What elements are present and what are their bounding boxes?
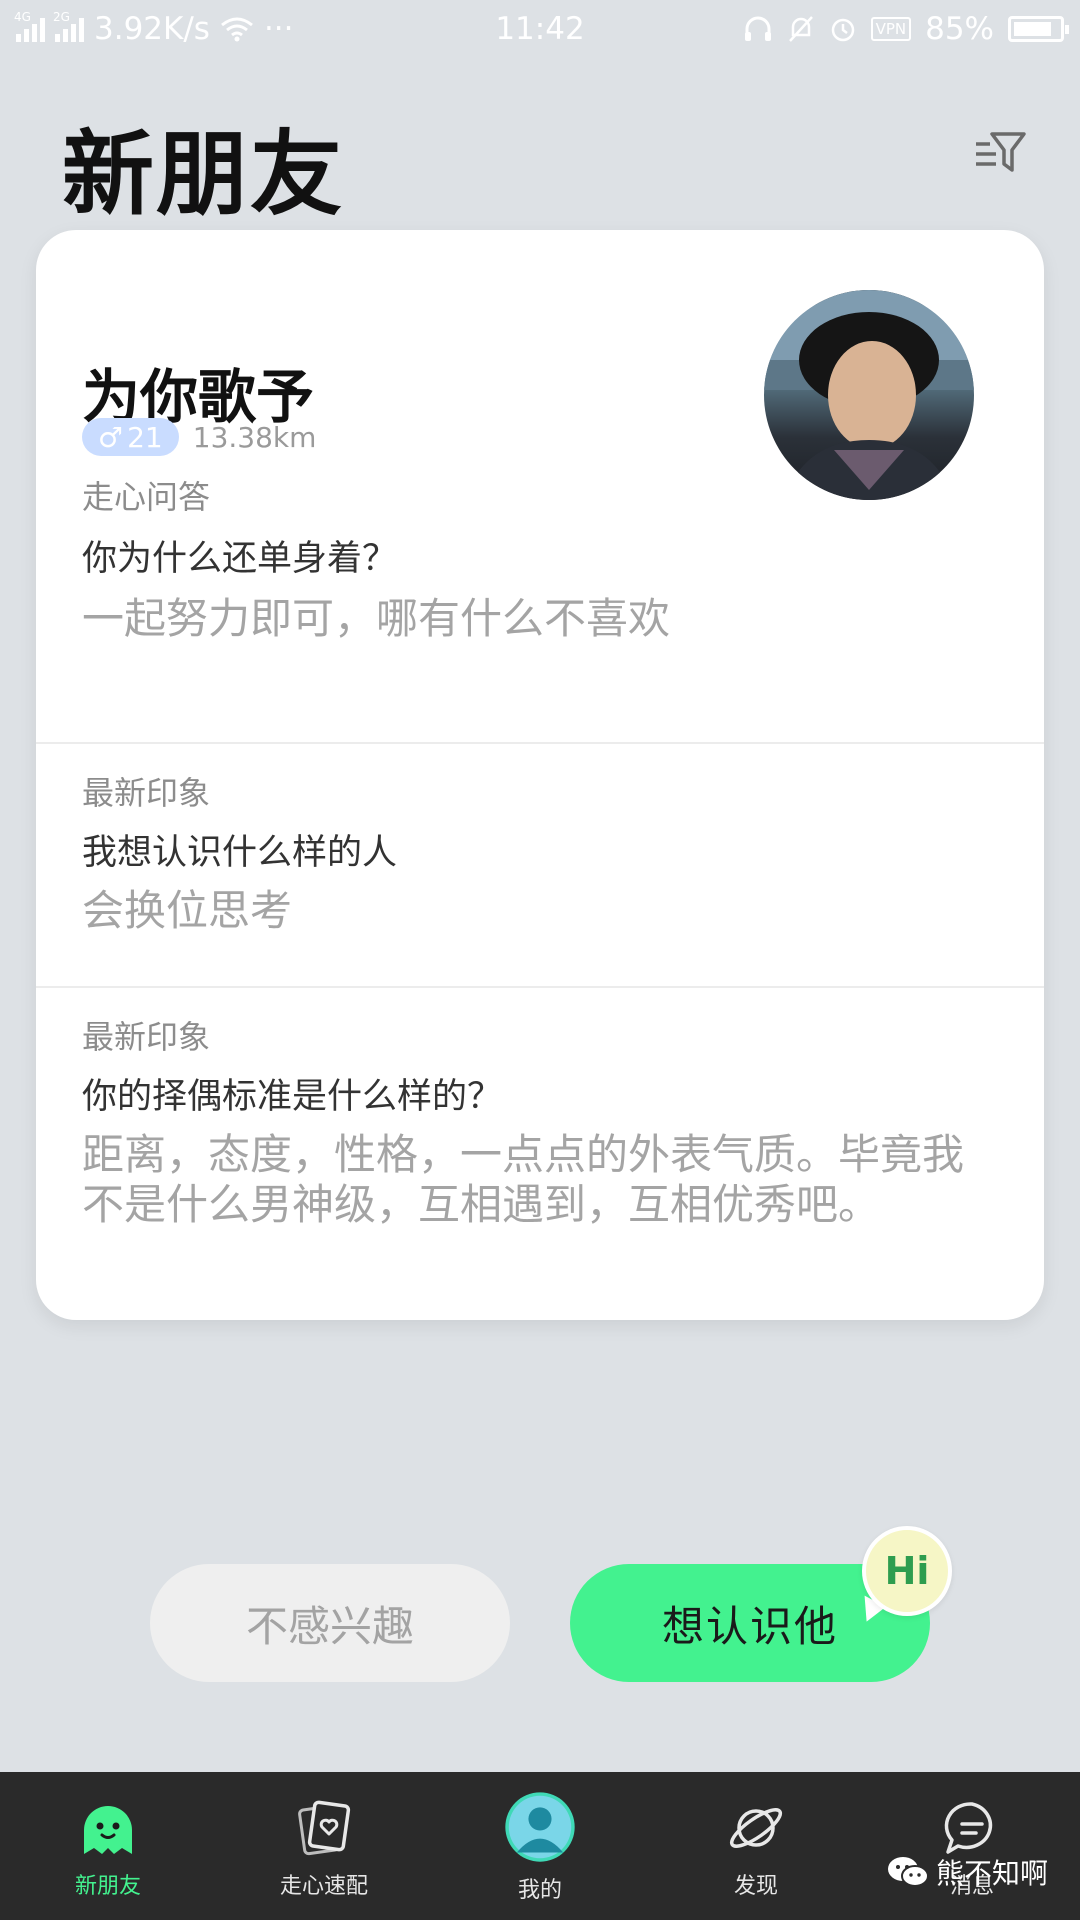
tab-label: 我的 [517,1878,562,1903]
gender-age-badge: ♂ 21 [82,418,179,456]
section-answer: 距离，态度，性格，一点点的外表气质。毕竟我不是什么男神级，互相遇到，互相优秀吧。 [82,1130,965,1229]
age-value: 21 [127,420,163,454]
tab-label: 新朋友 [74,1874,141,1899]
bottom-nav: 新朋友 走心速配 我的 发现 消息 [0,1772,1080,1920]
network-speed: 3.92K/s [94,11,210,47]
battery-percent: 85% [925,11,994,47]
avatar-photo [764,290,974,500]
tab-mine[interactable]: 我的 [432,1772,648,1920]
cellular-signal-icon-2: 2G [53,10,84,42]
wifi-icon [221,17,253,42]
male-icon: ♂ [98,420,124,454]
profile-avatar-icon [505,1792,575,1862]
divider [36,742,1044,744]
page-title: 新朋友 [62,121,345,228]
tab-label: 发现 [733,1874,778,1899]
section-answer: 一起努力即可，哪有什么不喜欢 [82,594,671,643]
tab-label: 走心速配 [279,1874,368,1899]
tab-discover[interactable]: 发现 [648,1772,864,1920]
ghost-face-icon [84,1806,132,1854]
bell-muted-icon [788,16,813,42]
status-bar: 4G 2G 3.92K/s ··· 11:42 VPN 85% [0,0,1080,58]
section-answer: 会换位思考 [82,886,293,935]
section-label: 走心问答 [82,478,211,516]
cellular-signal-icon: 4G [14,10,45,42]
filter-icon[interactable] [972,124,1028,180]
section-label: 最新印象 [82,1018,211,1056]
more-indicator: ··· [263,11,294,47]
hi-bubble: Hi [862,1526,952,1616]
profile-card[interactable]: 为你歌予 ♂ 21 13.38km 走心问答 你为什么还单身着？ 一起努力即可，… [36,230,1044,1320]
watermark-text: 熊不知啊 [936,1857,1049,1890]
user-meta: ♂ 21 13.38km [82,418,316,456]
chat-bubble-icon [944,1802,993,1854]
watermark: 熊不知啊 [886,1852,1048,1892]
cards-heart-icon [298,1800,351,1856]
divider [36,986,1044,988]
wechat-icon [888,1857,929,1887]
section-label: 最新印象 [82,774,211,812]
section-question: 你为什么还单身着？ [82,539,398,579]
tab-heart-match[interactable]: 走心速配 [216,1772,432,1920]
not-interested-button[interactable]: 不感兴趣 [150,1564,510,1682]
section-question: 你的择偶标准是什么样的？ [82,1077,503,1117]
tab-messages[interactable]: 消息 [864,1772,1080,1920]
section-question: 我想认识什么样的人 [82,833,398,873]
headphones-icon [744,16,771,41]
vpn-indicator: VPN [870,17,912,41]
battery-icon [1008,16,1069,42]
planet-icon [729,1808,783,1848]
tab-new-friends[interactable]: 新朋友 [0,1772,216,1920]
distance: 13.38km [192,420,317,454]
alarm-icon [831,18,854,42]
avatar[interactable] [764,290,974,500]
